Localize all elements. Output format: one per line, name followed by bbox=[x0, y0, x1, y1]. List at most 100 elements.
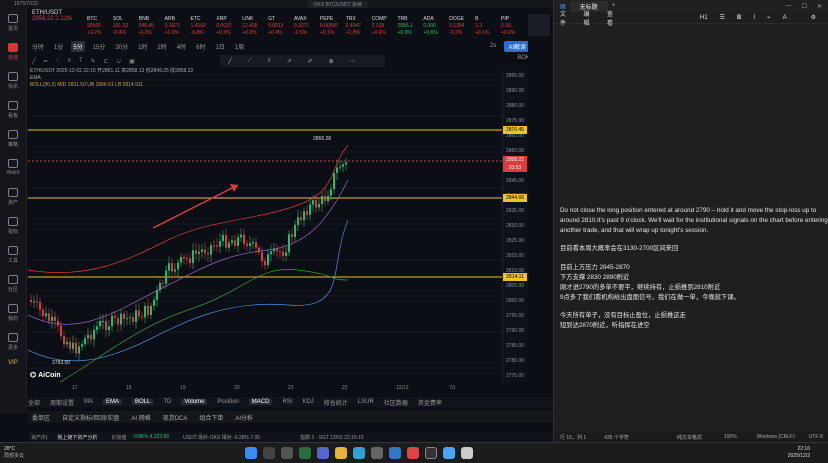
price-axis[interactable]: 2895.00 2890.00 2880.00 2875.00 2865.00 2860.… bbox=[502, 70, 528, 382]
indicator-tab-0[interactable]: 全部 bbox=[28, 398, 40, 407]
timeframe-4[interactable]: 30分 bbox=[113, 41, 130, 52]
bottom-bar-item-0[interactable]: 委单区 bbox=[32, 413, 50, 422]
pin-icon[interactable]: ⊕ bbox=[329, 58, 334, 65]
pen-icon[interactable]: ╱ bbox=[228, 58, 232, 65]
search-icon[interactable] bbox=[263, 447, 276, 459]
lock-tool-icon[interactable]: ▣ bbox=[129, 58, 135, 65]
bottom-bar-item-2[interactable]: AI 网格 bbox=[131, 413, 150, 422]
ai-interpret-button[interactable]: AI解读 bbox=[504, 40, 530, 52]
start-icon[interactable] bbox=[245, 447, 258, 459]
sidebar-item-1[interactable]: 自选 bbox=[0, 37, 26, 66]
vip-badge[interactable]: VIP bbox=[0, 360, 26, 366]
menu-view[interactable]: 查看 bbox=[607, 9, 619, 27]
text-tool-icon[interactable]: T bbox=[79, 58, 83, 64]
indicator-tab-11[interactable]: RSI bbox=[282, 399, 292, 405]
timeframe-2[interactable]: 5分 bbox=[71, 40, 85, 52]
ticker-9[interactable]: PEPE 0.00000 +0.1% bbox=[319, 14, 345, 36]
candle-interval[interactable]: 2s bbox=[490, 43, 496, 49]
ticker-8[interactable]: AVAX 0.3271 -0.5% bbox=[293, 14, 319, 36]
price-header[interactable]: ETH/USDT 2858.22 2.12% bbox=[28, 8, 86, 35]
brush-icon[interactable]: ✐ bbox=[308, 58, 313, 65]
indicator-tab-3[interactable]: MA bbox=[84, 399, 93, 405]
bottom-bar-item-1[interactable]: 自定义指标/回测/实盘 bbox=[62, 413, 119, 422]
ray-tool-icon[interactable]: ⟋ bbox=[55, 58, 59, 65]
bok-label[interactable]: BOK bbox=[490, 55, 530, 67]
indicator-tab-13[interactable]: 修仓统计 bbox=[324, 398, 348, 407]
ticker-11[interactable]: COMP 3.329 +0.4% bbox=[371, 14, 397, 36]
mail-icon[interactable] bbox=[389, 447, 402, 459]
arrow-icon[interactable]: ↗ bbox=[287, 58, 292, 65]
chat-icon[interactable] bbox=[317, 447, 330, 459]
timeframe-3[interactable]: 15分 bbox=[91, 41, 108, 52]
maximize-button[interactable]: ☐ bbox=[802, 3, 807, 10]
browser-icon[interactable] bbox=[407, 447, 420, 459]
ticker-14[interactable]: DOGE 0.1384 -0.2% bbox=[448, 14, 474, 36]
link-icon[interactable]: ⌁ bbox=[767, 14, 771, 21]
ticker-1[interactable]: SOL 131.02 -0.4% bbox=[112, 14, 138, 36]
line-tool-icon[interactable]: ╱ bbox=[32, 58, 36, 65]
sidebar-item-0[interactable]: 首页 bbox=[0, 8, 26, 37]
ruler-tool-icon[interactable]: ⊏ bbox=[104, 58, 109, 65]
sidebar-item-7[interactable]: 指标 bbox=[0, 211, 26, 240]
settings-icon[interactable]: ⚙ bbox=[811, 14, 816, 21]
sidebar-item-5[interactable]: Web3 bbox=[0, 153, 26, 182]
ticker-16[interactable]: PIP 0.90 +0.2% bbox=[500, 14, 526, 36]
draw-tool-icon[interactable]: ✎ bbox=[91, 58, 96, 65]
ticker-4[interactable]: ETC 1.4160 -0.8% bbox=[190, 14, 216, 36]
ticker-5[interactable]: XRP 0.0037 +0.3% bbox=[215, 14, 241, 36]
magnet-tool-icon[interactable]: ∪ bbox=[117, 58, 121, 65]
bottom-bar-item-5[interactable]: AI分析 bbox=[235, 413, 253, 422]
app-icon[interactable] bbox=[461, 447, 474, 459]
ticker-12[interactable]: TRB 2856.1 +0.9% bbox=[397, 14, 423, 36]
menu-edit[interactable]: 编辑 bbox=[584, 9, 596, 27]
sidebar-item-6[interactable]: 资产 bbox=[0, 182, 26, 211]
timeframe-10[interactable]: 1周 bbox=[233, 41, 246, 52]
sidebar-item-9[interactable]: 社区 bbox=[0, 269, 26, 298]
candlestick-chart[interactable] bbox=[28, 70, 502, 382]
taskview-icon[interactable] bbox=[281, 447, 294, 459]
heading-select[interactable]: H1 bbox=[700, 15, 708, 21]
indicator-tab-14[interactable]: LSUR bbox=[358, 399, 374, 405]
bottom-bar-item-3[interactable]: 现货DCA bbox=[163, 413, 188, 422]
clock[interactable]: 22:16 2025/12/2 bbox=[788, 446, 810, 460]
ticker-3[interactable]: ARB 0.1971 +1.0% bbox=[164, 14, 190, 36]
notepad-icon-task[interactable] bbox=[443, 447, 456, 459]
sidebar-item-10[interactable]: 我的 bbox=[0, 298, 26, 327]
channel-icon[interactable]: ⫽ bbox=[268, 58, 271, 65]
edge-icon[interactable] bbox=[353, 447, 366, 459]
explorer-icon[interactable] bbox=[335, 447, 348, 459]
indicator-tab-8[interactable]: Volume bbox=[181, 399, 208, 405]
bullet-list-icon[interactable]: ☰ bbox=[720, 14, 725, 21]
ticker-15[interactable]: B 1.3 +0.1% bbox=[474, 14, 500, 36]
horizontal-tool-icon[interactable]: ━ bbox=[44, 58, 48, 65]
weather-widget[interactable]: 28°C 局部多云 bbox=[4, 446, 24, 460]
italic-button[interactable]: I bbox=[753, 15, 755, 21]
indicator-tab-1[interactable]: 周期设置 bbox=[50, 398, 74, 407]
timeframe-0[interactable]: 分时 bbox=[30, 41, 46, 52]
bottom-bar-item-4[interactable]: 组合下单 bbox=[199, 413, 223, 422]
sidebar-item-8[interactable]: 工具 bbox=[0, 240, 26, 269]
more-tools-icon[interactable]: ⋯ bbox=[350, 58, 356, 65]
fib-tool-icon[interactable]: ≡ bbox=[67, 58, 71, 64]
indicator-tab-4[interactable]: EMA bbox=[103, 399, 123, 405]
ticker-0[interactable]: BTC 99566 +1.2% bbox=[86, 14, 112, 36]
menu-file[interactable]: 文件 bbox=[560, 9, 572, 27]
indicator-tab-12[interactable]: KDJ bbox=[302, 399, 313, 405]
ticker-10[interactable]: TRX 0.4947 +1.0% bbox=[345, 14, 371, 36]
sidebar-item-11[interactable]: 更多 bbox=[0, 327, 26, 356]
timeframe-7[interactable]: 4时 bbox=[175, 41, 188, 52]
timeframe-9[interactable]: 1日 bbox=[213, 41, 226, 52]
ticker-2[interactable]: BNB 640.45 -0.3% bbox=[138, 14, 164, 36]
ticker-more-button[interactable] bbox=[528, 14, 550, 36]
timeframe-1[interactable]: 1分 bbox=[52, 41, 65, 52]
timeframe-8[interactable]: 6时 bbox=[194, 41, 207, 52]
store-icon[interactable] bbox=[371, 447, 384, 459]
timeframe-6[interactable]: 2时 bbox=[155, 41, 168, 52]
asset-label[interactable]: 资产(F) bbox=[31, 434, 47, 441]
indicator-tab-5[interactable]: BOLL bbox=[132, 399, 154, 405]
clear-format-button[interactable]: A bbox=[783, 15, 787, 21]
indicator-tab-9[interactable]: Position bbox=[217, 399, 238, 405]
ticker-13[interactable]: ADA 0.000 +0.6% bbox=[422, 14, 448, 36]
indicator-tab-16[interactable]: 资金费率 bbox=[418, 398, 442, 407]
segment-icon[interactable]: ⟋ bbox=[248, 58, 252, 65]
